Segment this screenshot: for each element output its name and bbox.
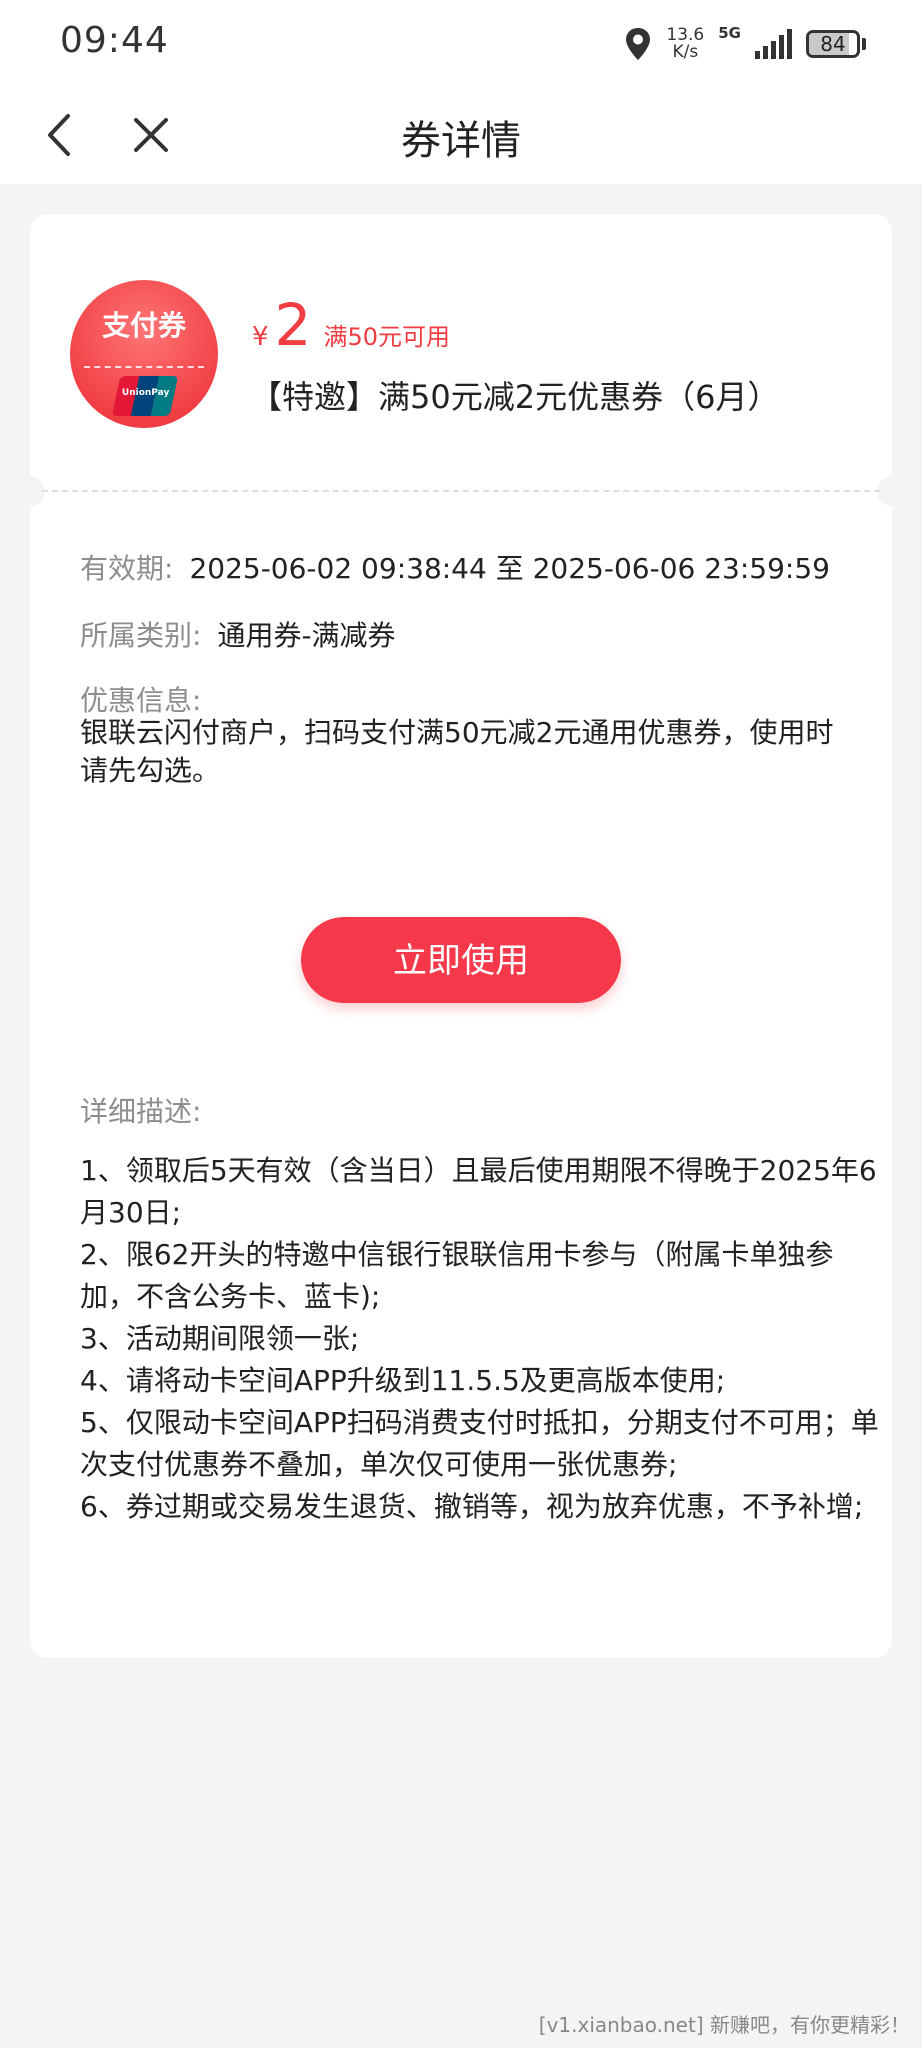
status-bar: 09:44 13.6 K/s 5G 84 xyxy=(0,0,922,86)
status-time: 09:44 xyxy=(60,20,169,61)
network-type: 5G xyxy=(718,24,741,42)
list-item: 6、券过期或交易发生退货、撤销等，视为放弃优惠，不予补增; xyxy=(80,1490,864,1523)
net-speed: 13.6 K/s xyxy=(666,27,704,61)
validity-value: 2025-06-02 09:38:44 至 2025-06-06 23:59:5… xyxy=(189,552,830,585)
benefit-text: 银联云闪付商户，扫码支付满50元减2元通用优惠券，使用时请先勾选。 xyxy=(80,716,834,787)
validity-label: 有效期: xyxy=(80,552,174,585)
battery-icon: 84 xyxy=(806,30,866,58)
unionpay-logo-icon: UnionPay xyxy=(111,376,179,416)
category-label: 所属类别: xyxy=(80,619,202,652)
currency-symbol: ¥ xyxy=(252,322,269,352)
benefit-label: 优惠信息: xyxy=(80,684,202,717)
coupon-threshold: 满50元可用 xyxy=(323,323,450,351)
coupon-price: ¥ 2 满50元可用 xyxy=(252,296,450,354)
use-now-button[interactable]: 立即使用 xyxy=(301,917,621,1003)
badge-label: 支付券 xyxy=(101,309,186,342)
category-row: 所属类别: 通用券-满减券 xyxy=(80,614,396,654)
list-item: 4、请将动卡空间APP升级到11.5.5及更高版本使用; xyxy=(80,1364,726,1397)
coupon-amount: 2 xyxy=(274,291,312,359)
ticket-divider xyxy=(42,490,880,492)
list-item: 1、领取后5天有效（含当日）且最后使用期限不得晚于2025年6月30日; xyxy=(80,1154,877,1229)
page-title: 券详情 xyxy=(401,118,521,164)
coupon-badge: 支付券 UnionPay xyxy=(70,280,218,428)
signal-icon xyxy=(755,29,792,59)
nav-bar: 券详情 xyxy=(0,86,922,184)
coupon-card: 支付券 UnionPay ¥ 2 满50元可用 【特邀】满50元减2元优惠券（6… xyxy=(30,214,892,1658)
location-icon xyxy=(626,28,651,60)
validity-row: 有效期: 2025-06-02 09:38:44 至 2025-06-06 23:… xyxy=(80,547,830,587)
detail-list: 1、领取后5天有效（含当日）且最后使用期限不得晚于2025年6月30日; 2、限… xyxy=(80,1150,880,1528)
battery-level: 84 xyxy=(820,32,846,56)
net-speed-unit: K/s xyxy=(672,42,699,62)
list-item: 2、限62开头的特邀中信银行银联信用卡参与（附属卡单独参加，不含公务卡、蓝卡); xyxy=(80,1238,834,1313)
watermark: [v1.xianbao.net] 新赚吧，有你更精彩！ xyxy=(538,2013,910,2037)
status-icons: 13.6 K/s 5G 84 xyxy=(624,22,866,66)
category-value: 通用券-满减券 xyxy=(217,619,396,652)
detail-label: 详细描述: xyxy=(80,1095,202,1128)
coupon-name: 【特邀】满50元减2元优惠券（6月） xyxy=(250,378,780,416)
list-item: 3、活动期间限领一张; xyxy=(80,1322,360,1355)
list-item: 5、仅限动卡空间APP扫码消费支付时抵扣，分期支付不可用；单次支付优惠券不叠加，… xyxy=(80,1406,879,1481)
